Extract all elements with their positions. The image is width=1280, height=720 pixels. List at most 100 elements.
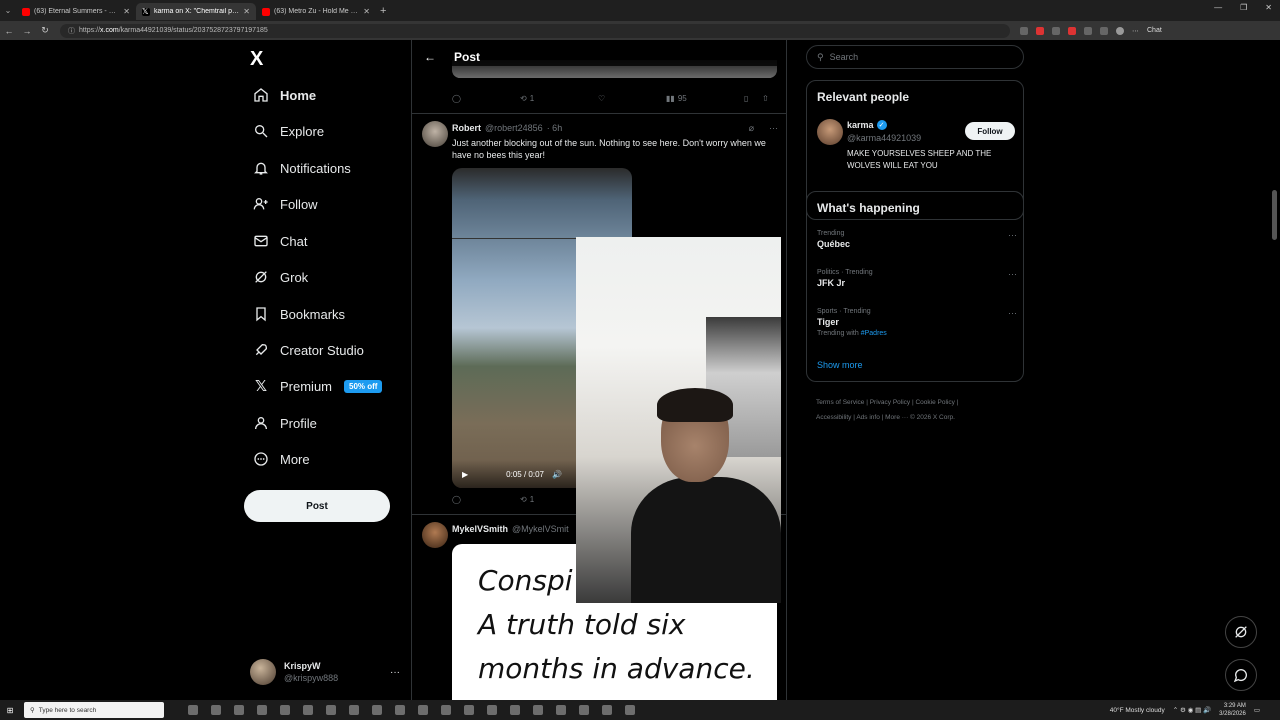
tab-close-icon[interactable]: ✕ — [243, 7, 250, 16]
nav-item-notifications[interactable]: Notifications — [252, 156, 351, 180]
app-icon[interactable] — [257, 705, 267, 715]
avatar[interactable] — [422, 522, 448, 548]
new-tab-button[interactable]: + — [380, 5, 386, 17]
app-icon[interactable] — [418, 705, 428, 715]
play-icon[interactable]: ▶ — [462, 470, 468, 479]
trend-item[interactable]: Sports · Trending Tiger Trending with #P… — [817, 308, 1017, 337]
app-icon[interactable] — [464, 705, 474, 715]
avatar[interactable] — [817, 119, 843, 145]
footer-links[interactable]: Terms of Service | Privacy Policy | Cook… — [816, 395, 1016, 425]
app-icon[interactable] — [533, 705, 543, 715]
browser-tab-2[interactable]: 𝕏 karma on X: "Chemtrail pilots fin ✕ — [136, 3, 256, 20]
author-name[interactable]: MykelVSmith — [452, 524, 508, 534]
reply-icon[interactable]: ◯ — [452, 495, 520, 504]
tab-list-chevron-icon[interactable]: ⌄ — [0, 6, 16, 15]
trend-more-icon[interactable]: ··· — [1008, 269, 1017, 279]
nav-item-bookmarks[interactable]: Bookmarks — [252, 302, 345, 326]
share-icon[interactable]: ⇧ — [762, 94, 769, 103]
browser-tab-3[interactable]: (63) Metro Zu - Hold Me Dow ✕ — [256, 3, 376, 20]
page-scrollbar[interactable] — [1272, 190, 1277, 240]
author-handle[interactable]: @robert24856 — [485, 123, 543, 133]
account-switcher[interactable]: KrispyW @krispyw888 ··· — [250, 658, 400, 686]
person-handle[interactable]: @karma44921039 — [847, 133, 921, 143]
nav-item-grok[interactable]: Grok — [252, 265, 308, 289]
tweet-more-icon[interactable]: ··· — [769, 123, 778, 133]
nav-item-home[interactable]: Home — [252, 83, 316, 107]
browser-tab-1[interactable]: (63) Eternal Summers - Pure Affect ✕ — [16, 3, 136, 20]
extension-icon[interactable] — [1036, 26, 1044, 35]
tray-icons[interactable]: ⌃ ⚙ ◉ ▤ 🔊 — [1173, 706, 1211, 714]
author-name[interactable]: Robert — [452, 123, 481, 133]
clock[interactable]: 3:29 AM 3/28/2026 — [1219, 702, 1246, 718]
show-more-link[interactable]: Show more — [817, 360, 863, 370]
trend-item[interactable]: Politics · Trending JFK Jr ··· — [817, 269, 1017, 288]
grok-icon[interactable]: ⌀ — [749, 123, 754, 134]
extension-icon[interactable] — [1052, 26, 1060, 35]
profile-avatar-icon[interactable] — [1116, 26, 1124, 35]
app-icon[interactable] — [602, 705, 612, 715]
extension-icon[interactable] — [1068, 26, 1076, 35]
follow-button[interactable]: Follow — [965, 122, 1015, 140]
menu-kebab-icon[interactable]: ⋯ — [1132, 27, 1139, 35]
hashtag-link[interactable]: #Padres — [861, 330, 887, 337]
app-icon[interactable] — [487, 705, 497, 715]
weather-status[interactable]: 40°F Mostly cloudy — [1110, 707, 1165, 714]
author-handle[interactable]: @MykelVSmit — [512, 524, 569, 534]
forward-icon[interactable]: → — [18, 26, 36, 36]
nav-item-premium[interactable]: 𝕏 Premium 50% off — [252, 374, 383, 398]
grok-fab-button[interactable] — [1225, 616, 1257, 648]
reply-icon[interactable]: ◯ — [452, 94, 520, 103]
url-field[interactable]: ⓘ https://x.com/karma44921039/status/203… — [60, 23, 1010, 38]
app-icon[interactable] — [579, 705, 589, 715]
taskbar-search-input[interactable]: ⚲ Type here to search — [24, 702, 164, 718]
notification-center-icon[interactable]: ▭ — [1254, 706, 1260, 714]
windows-start-icon[interactable]: ⊞ — [0, 706, 20, 715]
x-logo-icon[interactable]: X — [250, 48, 263, 71]
nav-item-profile[interactable]: Profile — [252, 411, 317, 435]
copilot-chat-button[interactable]: Chat — [1147, 27, 1162, 34]
extension-icon[interactable] — [1084, 26, 1092, 35]
messages-fab-button[interactable] — [1225, 659, 1257, 691]
search-input[interactable]: ⚲ Search — [806, 45, 1024, 69]
app-icon[interactable] — [349, 705, 359, 715]
post-button[interactable]: Post — [244, 490, 390, 522]
app-icon[interactable] — [372, 705, 382, 715]
nav-item-chat[interactable]: Chat — [252, 229, 307, 253]
app-icon[interactable] — [188, 705, 198, 715]
avatar[interactable] — [422, 121, 448, 147]
app-icon[interactable] — [326, 705, 336, 715]
volume-icon[interactable]: 🔊 — [552, 470, 562, 479]
tab-close-icon[interactable]: ✕ — [123, 7, 130, 16]
app-icon[interactable] — [625, 705, 635, 715]
views-button[interactable]: ▮▮ 95 — [666, 94, 744, 103]
back-arrow-icon[interactable]: ← — [424, 50, 436, 64]
reload-icon[interactable]: ↻ — [36, 25, 54, 36]
footer-line[interactable]: Terms of Service | Privacy Policy | Cook… — [816, 395, 1016, 410]
site-info-icon[interactable]: ⓘ — [68, 26, 75, 36]
nav-item-creator-studio[interactable]: Creator Studio — [252, 338, 364, 362]
app-icon[interactable] — [441, 705, 451, 715]
nav-item-explore[interactable]: Explore — [252, 119, 324, 143]
close-window-icon[interactable]: ✕ — [1265, 3, 1272, 12]
like-icon[interactable]: ♡ — [598, 94, 666, 103]
app-icon[interactable] — [556, 705, 566, 715]
app-icon[interactable] — [234, 705, 244, 715]
tab-close-icon[interactable]: ✕ — [363, 7, 370, 16]
account-more-icon[interactable]: ··· — [390, 667, 400, 678]
minimize-icon[interactable]: — — [1214, 3, 1222, 12]
app-icon[interactable] — [303, 705, 313, 715]
app-icon[interactable] — [395, 705, 405, 715]
retweet-button[interactable]: ⟲ 1 — [520, 94, 598, 103]
nav-item-more[interactable]: More — [252, 447, 310, 471]
extension-icon[interactable] — [1100, 26, 1108, 35]
extension-icon[interactable] — [1020, 26, 1028, 35]
trend-more-icon[interactable]: ··· — [1008, 230, 1017, 240]
previous-post-media-strip[interactable] — [452, 66, 777, 78]
app-icon[interactable] — [510, 705, 520, 715]
footer-line[interactable]: Accessibility | Ads info | More ··· © 20… — [816, 410, 1016, 425]
nav-item-follow[interactable]: Follow — [252, 192, 318, 216]
app-icon[interactable] — [280, 705, 290, 715]
back-icon[interactable]: ← — [0, 26, 18, 36]
bookmark-icon[interactable]: ▯ — [744, 94, 762, 103]
person-name[interactable]: karma ✓ — [847, 120, 887, 130]
